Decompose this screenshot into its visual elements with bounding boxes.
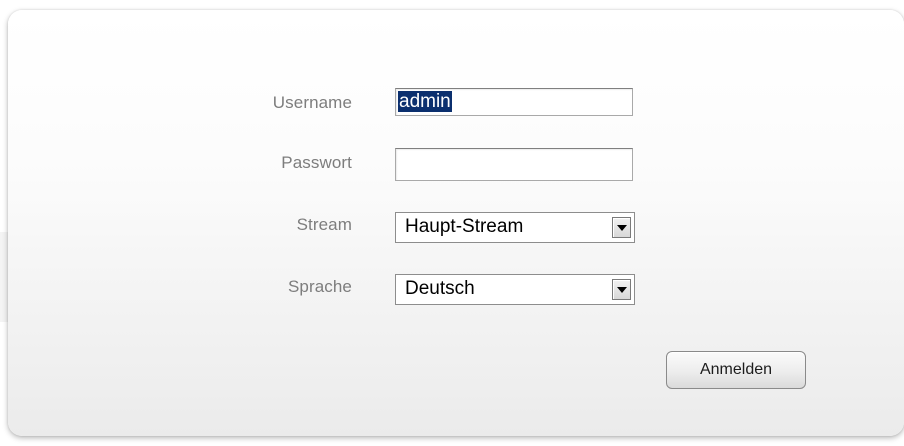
stream-select[interactable]: Haupt-Stream xyxy=(395,212,635,243)
password-field[interactable] xyxy=(395,148,633,181)
username-value: admin xyxy=(398,91,452,112)
language-select[interactable]: Deutsch xyxy=(395,274,635,305)
stream-select-value: Haupt-Stream xyxy=(405,216,524,237)
chevron-down-icon[interactable] xyxy=(612,279,631,300)
username-field[interactable]: admin xyxy=(395,88,633,116)
password-label: Passwort xyxy=(281,153,352,172)
login-page: Username admin Passwort Stream Haupt-Str… xyxy=(0,0,904,446)
chevron-down-icon[interactable] xyxy=(612,217,631,238)
username-label: Username xyxy=(272,93,352,112)
language-label: Sprache xyxy=(287,277,352,296)
stream-label: Stream xyxy=(296,215,352,234)
language-select-value: Deutsch xyxy=(405,278,475,299)
login-button[interactable]: Anmelden xyxy=(666,351,806,389)
